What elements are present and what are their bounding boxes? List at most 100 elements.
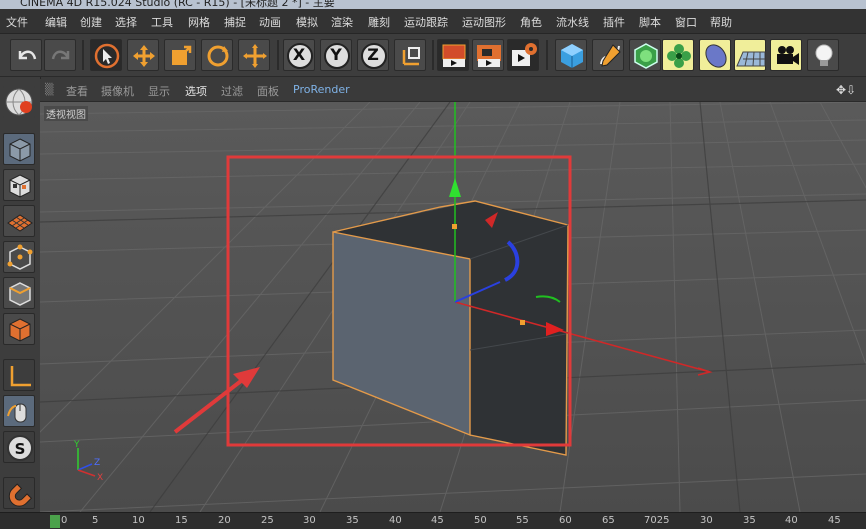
model-mode-button[interactable] <box>3 133 35 165</box>
viewport-navigate-icon[interactable]: ✥⇩ <box>836 83 856 97</box>
lock-z-axis-button[interactable]: Z <box>357 39 389 71</box>
menu-motion-tracking[interactable]: 运动跟踪 <box>404 14 448 30</box>
mouse-icon <box>7 403 27 423</box>
menu-script[interactable]: 脚本 <box>639 14 661 30</box>
svg-text:S: S <box>15 440 26 458</box>
perspective-viewport[interactable]: Y Z X 透视视图 <box>40 102 866 512</box>
globe-icon <box>5 88 33 116</box>
frame-tick: 5 <box>92 515 99 526</box>
magnet-button[interactable] <box>3 477 35 509</box>
current-frame-marker[interactable] <box>50 515 60 528</box>
timeline-ruler[interactable]: 0 5 10 15 20 25 30 35 40 45 50 55 60 65 … <box>0 512 866 529</box>
menu-character[interactable]: 角色 <box>520 14 542 30</box>
frame-tick: 25 <box>261 515 274 526</box>
undo-icon <box>18 50 37 60</box>
menu-help[interactable]: 帮助 <box>710 14 732 30</box>
frame-tick: 40 <box>785 515 798 526</box>
polygons-mode-button[interactable] <box>3 313 35 345</box>
scale-tool-button[interactable] <box>164 39 196 71</box>
snapping-button[interactable]: S <box>3 431 35 463</box>
menu-create[interactable]: 创建 <box>80 14 102 30</box>
menu-snap[interactable]: 捕捉 <box>224 14 246 30</box>
render-view-button[interactable] <box>437 39 469 71</box>
add-cube-button[interactable] <box>555 39 587 71</box>
menu-sculpt[interactable]: 雕刻 <box>368 14 390 30</box>
workplane-mode-button[interactable] <box>3 205 35 237</box>
axis-icon <box>10 366 31 387</box>
viewport-menu-filter[interactable]: 过滤 <box>221 83 243 99</box>
tweak-mode-button[interactable] <box>3 395 35 427</box>
subdivision-surface-icon <box>634 43 658 69</box>
menu-file[interactable]: 文件 <box>6 14 28 30</box>
viewport-menu-display[interactable]: 显示 <box>148 83 170 99</box>
menu-plugins[interactable]: 插件 <box>603 14 625 30</box>
scale-icon <box>172 45 192 65</box>
lock-x-axis-button[interactable]: X <box>283 39 315 71</box>
lock-y-axis-button[interactable]: Y <box>320 39 352 71</box>
select-tool-button[interactable] <box>90 39 122 71</box>
frame-tick: 20 <box>218 515 231 526</box>
edges-mode-button[interactable] <box>3 277 35 309</box>
axis-mode-button[interactable] <box>3 359 35 391</box>
render-picture-icon <box>477 45 501 67</box>
model-mode-icon <box>9 138 31 162</box>
menu-animate[interactable]: 动画 <box>259 14 281 30</box>
add-subdivision-button[interactable] <box>629 39 661 71</box>
main-toolbar: X Y Z <box>0 34 866 77</box>
window-title: CINEMA 4D R15.024 Studio (RC - R15) - [未… <box>20 0 335 9</box>
redo-icon <box>51 50 70 60</box>
coordinate-system-button[interactable] <box>394 39 426 71</box>
undo-button[interactable] <box>10 39 42 71</box>
viewport-menu-panel[interactable]: 面板 <box>257 83 279 99</box>
main-menubar: 文件 编辑 创建 选择 工具 网格 捕捉 动画 模拟 渲染 雕刻 运动跟踪 运动… <box>0 9 866 34</box>
camera-icon <box>777 46 799 65</box>
add-deformer-button[interactable] <box>699 39 731 71</box>
rotate-tool-button[interactable] <box>201 39 233 71</box>
menu-select[interactable]: 选择 <box>115 14 137 30</box>
add-cloner-button[interactable] <box>662 39 694 71</box>
menu-tools[interactable]: 工具 <box>151 14 173 30</box>
svg-text:Z: Z <box>94 458 100 468</box>
menu-mesh[interactable]: 网格 <box>188 14 210 30</box>
frame-tick: 65 <box>602 515 615 526</box>
render-settings-icon <box>512 43 537 66</box>
render-to-picture-viewer-button[interactable] <box>472 39 504 71</box>
frame-tick: 0 <box>61 515 68 526</box>
live-selection-icon <box>94 43 120 69</box>
toolbar-separator <box>432 40 434 70</box>
frame-tick: 10 <box>132 515 145 526</box>
redo-button[interactable] <box>44 39 76 71</box>
menu-pipeline[interactable]: 流水线 <box>556 14 589 30</box>
light-bulb-icon <box>815 44 833 66</box>
texture-mode-button[interactable] <box>3 169 35 201</box>
points-mode-icon <box>7 244 33 270</box>
menu-edit[interactable]: 编辑 <box>45 14 67 30</box>
frame-tick: 30 <box>700 515 713 526</box>
add-floor-button[interactable] <box>734 39 766 71</box>
make-editable-button[interactable] <box>3 86 35 118</box>
viewport-grip-icon: ▒ <box>45 83 54 96</box>
render-settings-button[interactable] <box>507 39 539 71</box>
add-spline-pen-button[interactable] <box>592 39 624 71</box>
x-axis-label: X <box>292 45 306 64</box>
edges-mode-icon <box>9 282 31 306</box>
menu-simulate[interactable]: 模拟 <box>296 14 318 30</box>
left-tool-palette: S <box>0 77 41 517</box>
move-tool-button[interactable] <box>127 39 159 71</box>
add-light-button[interactable] <box>807 39 839 71</box>
toolbar-separator <box>277 40 279 70</box>
menu-render[interactable]: 渲染 <box>331 14 353 30</box>
viewport-menu-view[interactable]: 查看 <box>66 83 88 99</box>
rotate-icon <box>207 45 229 67</box>
add-camera-button[interactable] <box>770 39 802 71</box>
menu-window[interactable]: 窗口 <box>675 14 697 30</box>
deformer-icon <box>705 44 727 68</box>
viewport-menu-prorender[interactable]: ProRender <box>293 83 350 96</box>
frame-tick: 15 <box>175 515 188 526</box>
viewport-title: 透视视图 <box>44 106 88 121</box>
points-mode-button[interactable] <box>3 241 35 273</box>
last-tool-button[interactable] <box>238 39 270 71</box>
viewport-menu-options[interactable]: 选项 <box>185 83 207 99</box>
menu-mograph[interactable]: 运动图形 <box>462 14 506 30</box>
viewport-menu-cameras[interactable]: 摄像机 <box>101 83 134 99</box>
